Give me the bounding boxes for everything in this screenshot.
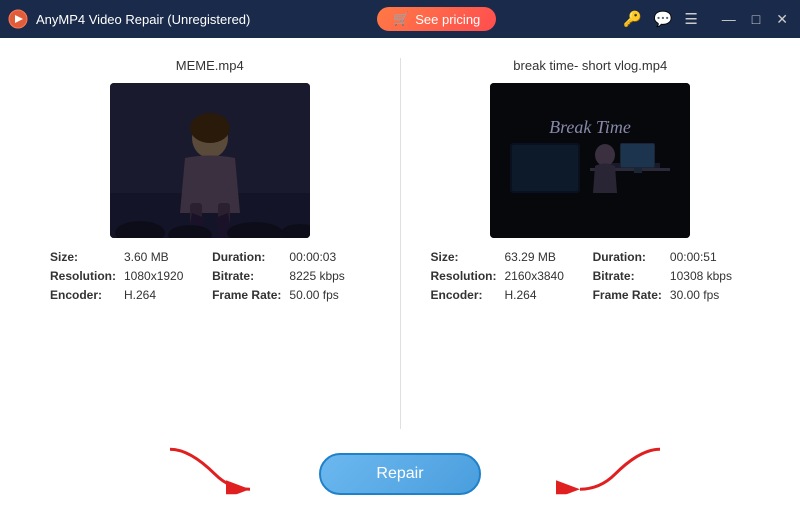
repair-button[interactable]: Repair	[319, 453, 480, 495]
chat-icon[interactable]: 💬	[654, 10, 673, 28]
right-resolution-label: Resolution:	[431, 269, 497, 283]
right-framerate-value: 30.00 fps	[670, 288, 750, 302]
left-bitrate-value: 8225 kbps	[289, 269, 369, 283]
left-arrow-svg	[160, 439, 280, 494]
left-size-value: 3.60 MB	[124, 250, 204, 264]
right-video-panel: break time- short vlog.mp4 Break Time	[411, 58, 771, 429]
left-framerate-label: Frame Rate:	[212, 288, 281, 302]
titlebar-right: 🔑 💬 ☰ — □ ✕	[623, 9, 792, 30]
see-pricing-button[interactable]: 🛒 See pricing	[377, 7, 496, 31]
left-size-label: Size:	[50, 250, 116, 264]
close-button[interactable]: ✕	[772, 9, 792, 30]
right-video-image: Break Time	[490, 83, 690, 238]
videos-row: MEME.mp4	[30, 58, 770, 429]
left-duration-value: 00:00:03	[289, 250, 369, 264]
left-duration-label: Duration:	[212, 250, 281, 264]
right-encoder-value: H.264	[505, 288, 585, 302]
titlebar-left: AnyMP4 Video Repair (Unregistered)	[8, 9, 250, 29]
right-arrow	[550, 439, 670, 497]
see-pricing-label: See pricing	[415, 12, 480, 27]
right-framerate-label: Frame Rate:	[593, 288, 662, 302]
right-video-title: break time- short vlog.mp4	[513, 58, 667, 73]
repair-label: Repair	[376, 465, 423, 482]
left-encoder-label: Encoder:	[50, 288, 116, 302]
right-bitrate-label: Bitrate:	[593, 269, 662, 283]
right-resolution-value: 2160x3840	[505, 269, 585, 283]
right-bitrate-value: 10308 kbps	[670, 269, 750, 283]
left-resolution-value: 1080x1920	[124, 269, 204, 283]
left-video-panel: MEME.mp4	[30, 58, 390, 429]
right-duration-label: Duration:	[593, 250, 662, 264]
left-video-thumbnail	[110, 83, 310, 238]
right-size-label: Size:	[431, 250, 497, 264]
left-arrow	[160, 439, 280, 497]
app-title: AnyMP4 Video Repair (Unregistered)	[36, 12, 250, 27]
right-size-value: 63.29 MB	[505, 250, 585, 264]
maximize-button[interactable]: □	[748, 9, 764, 29]
main-content: MEME.mp4	[0, 38, 800, 524]
svg-text:Break Time: Break Time	[549, 117, 631, 137]
left-encoder-value: H.264	[124, 288, 204, 302]
window-controls: — □ ✕	[718, 9, 792, 30]
right-video-info: Size: 63.29 MB Duration: 00:00:51 Resolu…	[431, 250, 751, 302]
left-framerate-value: 50.00 fps	[289, 288, 369, 302]
app-logo	[8, 9, 28, 29]
right-duration-value: 00:00:51	[670, 250, 750, 264]
right-encoder-label: Encoder:	[431, 288, 497, 302]
cart-icon: 🛒	[393, 11, 409, 27]
right-video-thumbnail: Break Time	[490, 83, 690, 238]
left-video-title: MEME.mp4	[176, 58, 244, 73]
left-resolution-label: Resolution:	[50, 269, 116, 283]
left-video-info: Size: 3.60 MB Duration: 00:00:03 Resolut…	[50, 250, 370, 302]
left-video-image	[110, 83, 310, 238]
minimize-button[interactable]: —	[718, 9, 740, 29]
titlebar: AnyMP4 Video Repair (Unregistered) 🛒 See…	[0, 0, 800, 38]
titlebar-center: 🛒 See pricing	[377, 7, 496, 31]
video-divider	[400, 58, 401, 429]
right-arrow-svg	[550, 439, 670, 494]
bottom-area: Repair	[30, 439, 770, 509]
key-icon[interactable]: 🔑	[623, 10, 642, 28]
left-bitrate-label: Bitrate:	[212, 269, 281, 283]
menu-icon[interactable]: ☰	[684, 10, 697, 28]
